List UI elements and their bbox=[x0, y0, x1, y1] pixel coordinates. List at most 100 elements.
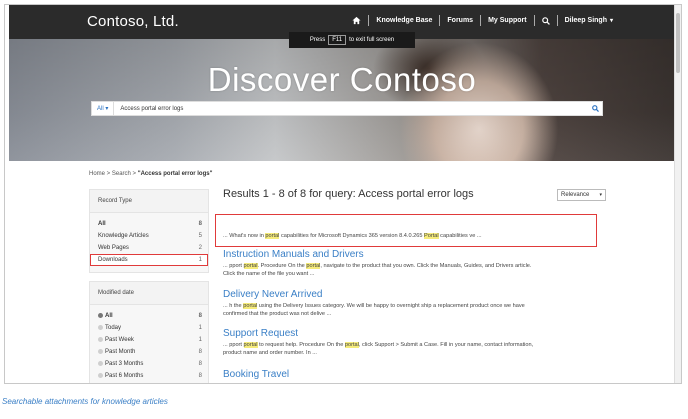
snippet-highlight: portal bbox=[344, 342, 359, 348]
snippet-text: to request help. Procedure On the bbox=[257, 342, 345, 348]
filter-count: 5 bbox=[198, 233, 202, 239]
brand-logo[interactable]: Contoso, Ltd. bbox=[87, 13, 179, 30]
snippet-text: capabilities for Microsoft Dynamics 365 … bbox=[279, 233, 424, 239]
search-button[interactable] bbox=[588, 102, 602, 115]
result-title-link[interactable]: Booking Travel bbox=[223, 369, 595, 381]
filter-count: 8 bbox=[198, 221, 202, 227]
date-filter-today[interactable]: Today 1 bbox=[90, 322, 208, 334]
nav-forums[interactable]: Forums bbox=[447, 17, 473, 24]
results-heading: Results 1 - 8 of 8 for query: Access por… bbox=[223, 188, 474, 200]
result-item: Support Request ... pport portal to requ… bbox=[223, 328, 595, 357]
snippet-text: Click the name of the file you want ... bbox=[223, 271, 315, 277]
snippet-highlight: portal bbox=[243, 342, 258, 348]
sort-dropdown[interactable]: Relevance ▾ bbox=[557, 189, 606, 201]
fullscreen-notice-prefix: Press bbox=[309, 37, 326, 43]
snippet-text: . Procedure On the bbox=[257, 263, 307, 269]
date-filter-past-3-months[interactable]: Past 3 Months 8 bbox=[90, 358, 208, 370]
date-filter-label: Past 3 Months bbox=[105, 361, 144, 367]
nav-separator bbox=[533, 15, 535, 26]
scrollbar[interactable] bbox=[674, 5, 681, 383]
result-item: Booking Travel bbox=[223, 369, 595, 381]
fullscreen-notice: Press F11 to exit full screen bbox=[289, 32, 415, 48]
snippet-highlight: portal bbox=[243, 303, 258, 309]
date-filter-past-month[interactable]: Past Month 8 bbox=[90, 346, 208, 358]
result-title-link[interactable]: Delivery Never Arrived bbox=[223, 289, 595, 301]
filter-label: All bbox=[98, 221, 106, 227]
radio-icon bbox=[98, 312, 103, 318]
date-filter-label: Past Week bbox=[105, 337, 134, 343]
search-icon bbox=[591, 105, 599, 112]
result-snippet: ... What's now in portal capabilities fo… bbox=[223, 232, 595, 240]
radio-icon bbox=[98, 372, 103, 378]
filter-web-pages[interactable]: Web Pages 2 bbox=[90, 242, 208, 254]
date-filter-count: 8 bbox=[198, 349, 202, 355]
date-filter-count: 1 bbox=[198, 325, 202, 331]
result-snippet: ... pport portal to request help. Proced… bbox=[223, 341, 595, 357]
date-filter-label: Past 6 Months bbox=[105, 373, 144, 379]
breadcrumb-home[interactable]: Home bbox=[89, 171, 105, 177]
date-filter-count: 8 bbox=[198, 313, 202, 319]
home-icon[interactable] bbox=[352, 16, 361, 25]
search-bar: All ▾ Access portal error logs bbox=[91, 101, 603, 116]
scrollbar-thumb[interactable] bbox=[676, 13, 680, 73]
date-filter-past-6-months[interactable]: Past 6 Months 8 bbox=[90, 370, 208, 382]
filter-label: Downloads bbox=[98, 257, 128, 263]
filter-label: Knowledge Articles bbox=[98, 233, 149, 239]
result-title-link[interactable]: Support Request bbox=[223, 328, 595, 340]
filter-downloads[interactable]: Downloads 1 bbox=[90, 254, 208, 266]
breadcrumb: Home > Search > "Access portal error log… bbox=[89, 171, 213, 177]
result-item: Delivery Never Arrived ... h the portal … bbox=[223, 289, 595, 318]
snippet-highlight: Portal bbox=[424, 233, 439, 239]
fullscreen-key: F11 bbox=[328, 35, 347, 45]
filter-label: Web Pages bbox=[98, 245, 129, 251]
snippet-highlight: portal bbox=[265, 233, 280, 239]
filter-count: 1 bbox=[198, 257, 202, 263]
user-menu[interactable]: Dileep Singh ▾ bbox=[565, 17, 613, 24]
date-filter-count: 1 bbox=[198, 337, 202, 343]
snippet-text: , navigate to the product that you own. … bbox=[320, 263, 532, 269]
radio-icon bbox=[98, 324, 103, 330]
filter-all[interactable]: All 8 bbox=[90, 218, 208, 230]
snippet-text: ... pport bbox=[223, 342, 244, 348]
hero-banner: Discover Contoso All ▾ Access portal err… bbox=[9, 39, 675, 161]
snippet-text: ... What's now in bbox=[223, 233, 266, 239]
date-filter-count: 8 bbox=[198, 361, 202, 367]
search-scope-dropdown[interactable]: All ▾ bbox=[92, 102, 115, 115]
result-title-link[interactable]: Instruction Manuals and Drivers bbox=[223, 249, 595, 261]
date-filter-label: Past Month bbox=[105, 349, 136, 355]
result-snippet: ... pport portal. Procedure On the porta… bbox=[223, 262, 595, 278]
user-name: Dileep Singh bbox=[564, 17, 607, 24]
sort-selected: Relevance bbox=[561, 192, 590, 198]
date-filter-all[interactable]: All 8 bbox=[90, 310, 208, 322]
chevron-down-icon: ▾ bbox=[609, 18, 613, 24]
hero-image bbox=[9, 39, 675, 161]
fullscreen-notice-suffix: to exit full screen bbox=[349, 37, 395, 43]
nav-separator bbox=[439, 15, 441, 26]
search-icon[interactable] bbox=[541, 16, 550, 25]
snippet-text: , click Support > Submit a Case. Fill in… bbox=[358, 342, 534, 348]
filter-count: 2 bbox=[198, 245, 202, 251]
record-type-title: Record Type bbox=[90, 190, 208, 213]
nav-knowledge-base[interactable]: Knowledge Base bbox=[376, 17, 432, 24]
search-input[interactable]: Access portal error logs bbox=[114, 106, 588, 112]
modified-date-filter: Modified date All 8 Today 1 Past Week 1 … bbox=[89, 281, 209, 383]
radio-icon bbox=[98, 336, 103, 342]
date-filter-count: 8 bbox=[198, 373, 202, 379]
result-snippet: ... h the portal using the Delivery Issu… bbox=[223, 302, 595, 318]
snippet-text: product name and order number. In ... bbox=[223, 350, 317, 356]
result-item: Instruction Manuals and Drivers ... ppor… bbox=[223, 249, 595, 278]
radio-icon bbox=[98, 348, 103, 354]
hero-title: Discover Contoso bbox=[207, 61, 477, 98]
nav-separator bbox=[368, 15, 370, 26]
nav-separator bbox=[480, 15, 482, 26]
nav-my-support[interactable]: My Support bbox=[488, 17, 527, 24]
snippet-text: ... h the bbox=[223, 303, 244, 309]
figure-caption: Searchable attachments for knowledge art… bbox=[2, 397, 168, 406]
filter-knowledge-articles[interactable]: Knowledge Articles 5 bbox=[90, 230, 208, 242]
date-filter-past-week[interactable]: Past Week 1 bbox=[90, 334, 208, 346]
chevron-down-icon: ▾ bbox=[599, 192, 602, 198]
modified-date-title: Modified date bbox=[90, 282, 208, 305]
snippet-highlight: portal bbox=[243, 263, 258, 269]
breadcrumb-search[interactable]: Search bbox=[112, 171, 131, 177]
breadcrumb-current: "Access portal error logs" bbox=[137, 171, 213, 177]
